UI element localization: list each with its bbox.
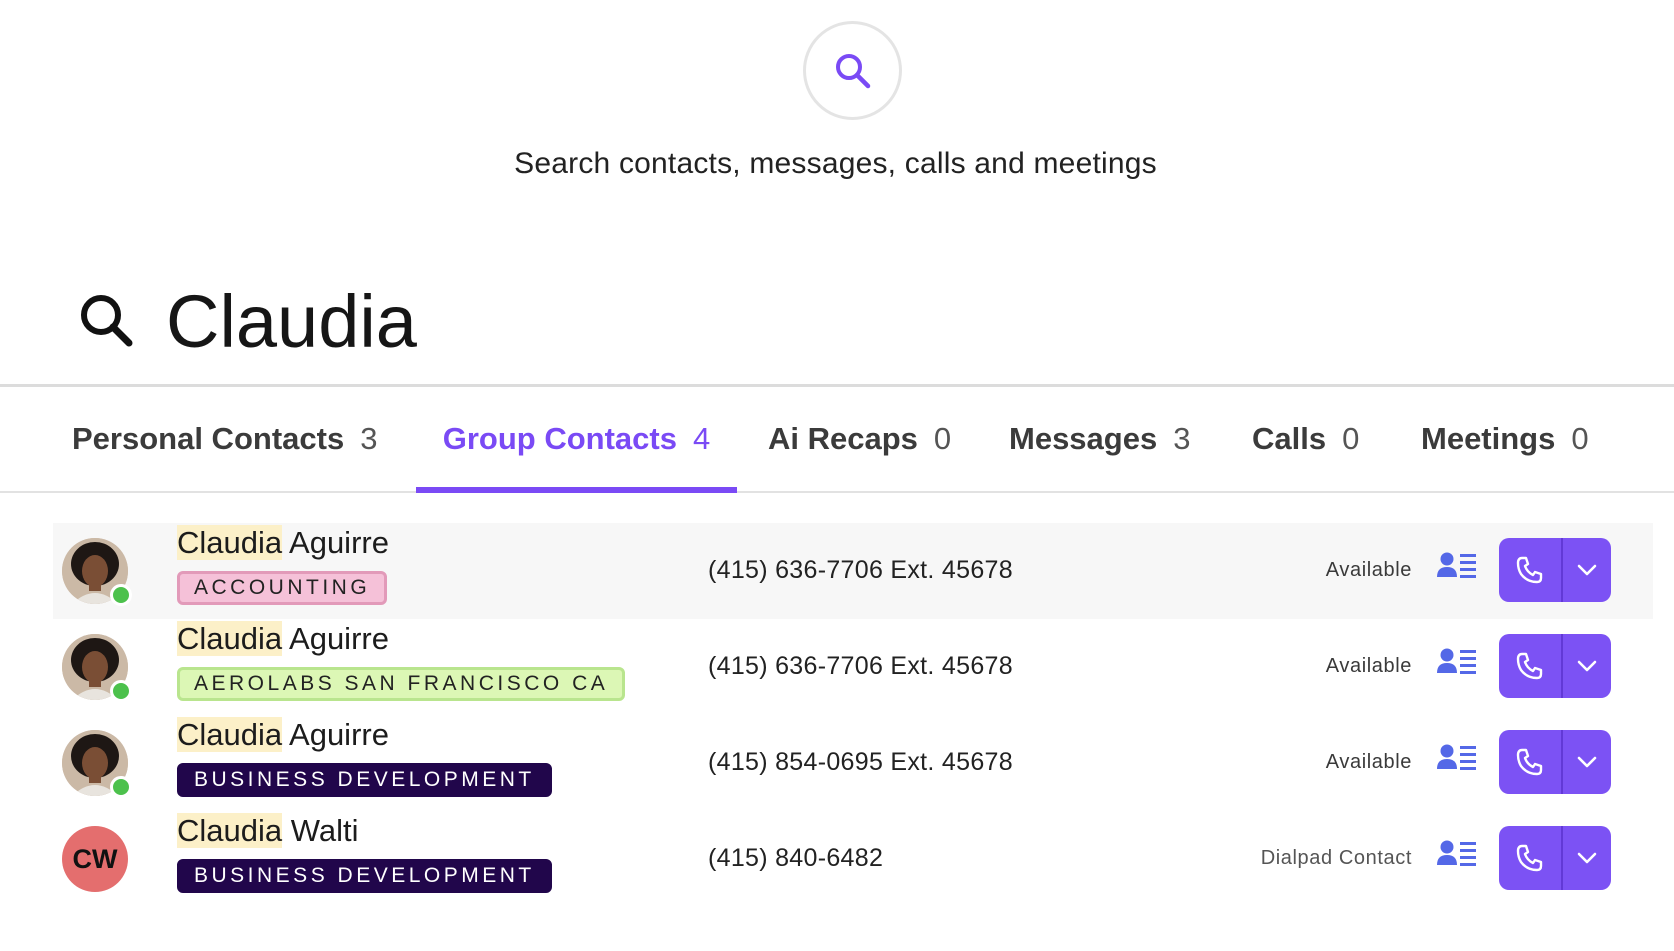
presence-online-indicator (110, 776, 132, 798)
status-text: Available (1325, 655, 1412, 677)
avatar (62, 538, 132, 606)
chevron-down-icon (1577, 756, 1597, 768)
name-rest: Aguirre (282, 525, 389, 560)
call-options-dropdown[interactable] (1563, 634, 1611, 698)
status-text: Available (1325, 559, 1412, 581)
contact-name[interactable]: Claudia Aguirre (177, 621, 389, 657)
phone-number[interactable]: (415) 840-6482 (708, 844, 883, 873)
contact-card-icon[interactable] (1437, 647, 1477, 677)
tab-count: 0 (933, 421, 952, 456)
chevron-down-icon (1577, 852, 1597, 864)
department-badge: AEROLABS SAN FRANCISCO CA (177, 667, 626, 701)
call-button-group (1499, 730, 1611, 794)
tab-label: Personal Contacts (72, 421, 345, 456)
phone-icon (1516, 844, 1543, 872)
name-match-highlight: Claudia (177, 717, 283, 752)
contact-row[interactable]: Claudia Aguirre ACCOUNTING (415) 636-770… (53, 523, 1653, 619)
presence-online-indicator (110, 680, 132, 702)
tab-label: Meetings (1421, 421, 1556, 456)
phone-number[interactable]: (415) 636-7706 Ext. 45678 (708, 556, 1013, 585)
avatar (62, 730, 132, 798)
avatar: CW (62, 826, 128, 892)
contact-card-icon[interactable] (1437, 551, 1477, 581)
search-icon (81, 295, 133, 347)
call-button-group (1499, 826, 1611, 890)
phone-icon (1516, 652, 1543, 680)
tab-ai-recaps[interactable]: Ai Recaps 0 (768, 387, 951, 491)
department-badge: BUSINESS DEVELOPMENT (177, 859, 552, 893)
contact-row[interactable]: Claudia Aguirre BUSINESS DEVELOPMENT (41… (53, 715, 1653, 811)
phone-number[interactable]: (415) 636-7706 Ext. 45678 (708, 652, 1013, 681)
contact-row[interactable]: CW Claudia Walti BUSINESS DEVELOPMENT (4… (53, 811, 1653, 907)
call-button[interactable] (1499, 730, 1563, 794)
chevron-down-icon (1577, 564, 1597, 576)
tab-count: 3 (1173, 421, 1191, 456)
call-button[interactable] (1499, 538, 1563, 602)
call-options-dropdown[interactable] (1563, 538, 1611, 602)
tab-count: 0 (1571, 421, 1589, 456)
tab-label: Calls (1252, 421, 1327, 456)
call-button[interactable] (1499, 826, 1563, 890)
status-text: Available (1325, 751, 1412, 773)
search-icon (835, 53, 870, 88)
phone-icon (1516, 748, 1543, 776)
contact-name[interactable]: Claudia Aguirre (177, 525, 389, 561)
name-rest: Aguirre (282, 621, 389, 656)
name-match-highlight: Claudia (177, 813, 283, 848)
tab-count: 3 (360, 421, 378, 456)
contact-row[interactable]: Claudia Aguirre AEROLABS SAN FRANCISCO C… (53, 619, 1653, 715)
contact-card-icon[interactable] (1437, 743, 1477, 773)
status-text: Dialpad Contact (1260, 847, 1412, 869)
phone-icon (1516, 556, 1543, 584)
tab-label: Ai Recaps (768, 421, 918, 456)
chevron-down-icon (1577, 660, 1597, 672)
tab-count: 4 (692, 421, 711, 456)
name-rest: Aguirre (282, 717, 389, 752)
call-options-dropdown[interactable] (1563, 730, 1611, 794)
tab-meetings[interactable]: Meetings 0 (1421, 387, 1589, 491)
search-input[interactable] (166, 277, 1466, 365)
call-button-group (1499, 634, 1611, 698)
call-options-dropdown[interactable] (1563, 826, 1611, 890)
contact-name[interactable]: Claudia Walti (177, 813, 358, 849)
search-bar (0, 255, 1674, 387)
name-match-highlight: Claudia (177, 525, 283, 560)
tab-label: Group Contacts (442, 421, 677, 456)
tab-messages[interactable]: Messages 3 (1009, 387, 1190, 491)
department-badge: ACCOUNTING (177, 571, 388, 605)
phone-number[interactable]: (415) 854-0695 Ext. 45678 (708, 748, 1013, 777)
presence-online-indicator (110, 584, 132, 606)
call-button-group (1499, 538, 1611, 602)
search-page: Search contacts, messages, calls and mee… (0, 0, 1674, 951)
name-rest: Walti (282, 813, 359, 848)
results-tabs: Personal Contacts 3 Group Contacts 4 Ai … (0, 387, 1674, 493)
tab-group-contacts[interactable]: Group Contacts 4 (416, 387, 737, 493)
avatar (62, 634, 132, 702)
call-button[interactable] (1499, 634, 1563, 698)
tab-personal-contacts[interactable]: Personal Contacts 3 (72, 387, 377, 491)
contact-name[interactable]: Claudia Aguirre (177, 717, 389, 753)
hint-search-icon (803, 21, 902, 120)
contact-card-icon[interactable] (1437, 839, 1477, 869)
department-badge: BUSINESS DEVELOPMENT (177, 763, 552, 797)
tab-calls[interactable]: Calls 0 (1252, 387, 1359, 491)
search-hint-text: Search contacts, messages, calls and mee… (514, 147, 1157, 180)
tab-count: 0 (1342, 421, 1360, 456)
name-match-highlight: Claudia (177, 621, 283, 656)
tab-label: Messages (1009, 421, 1158, 456)
avatar-initials: CW (62, 826, 128, 892)
